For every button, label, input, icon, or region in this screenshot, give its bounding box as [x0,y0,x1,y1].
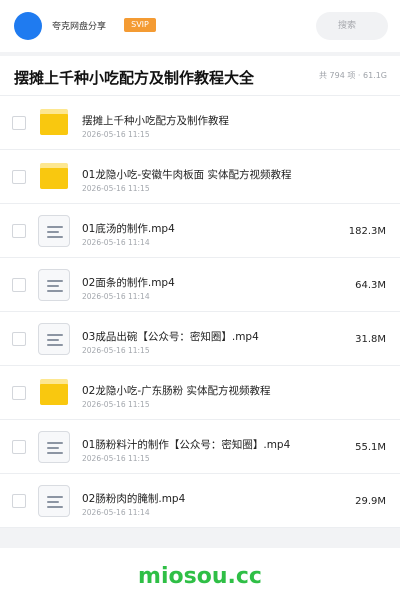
item-size: 64.3M [355,280,386,291]
file-icon [38,323,70,355]
item-date: 2026-05-16 11:15 [82,454,150,463]
item-date: 2026-05-16 11:15 [82,130,150,139]
folder-icon [40,109,68,135]
select-checkbox[interactable] [12,494,26,508]
item-summary: 共 794 项 · 61.1G [319,71,387,80]
top-bar: 夸克网盘分享 SVIP 搜索 [0,0,400,52]
folder-icon [40,379,68,405]
watermark: miosou.cc [138,564,262,589]
list-item[interactable]: 02肠粉肉的腌制.mp4 2026-05-16 11:14 29.9M [0,474,400,528]
item-size: 29.9M [355,496,386,507]
list-item[interactable]: 01龙隐小吃-安徽牛肉板面 实体配方视频教程 2026-05-16 11:15 [0,150,400,204]
item-name: 03成品出碗【公众号：密知圈】.mp4 [82,331,259,343]
list-item[interactable]: 01肠粉料汁的制作【公众号：密知圈】.mp4 2026-05-16 11:15 … [0,420,400,474]
list-item[interactable]: 02面条的制作.mp4 2026-05-16 11:14 64.3M [0,258,400,312]
select-checkbox[interactable] [12,170,26,184]
file-list: 摆摊上千种小吃配方及制作教程 2026-05-16 11:15 01龙隐小吃-安… [0,96,400,528]
folder-icon [40,163,68,189]
search-button[interactable]: 搜索 [316,12,388,40]
select-checkbox[interactable] [12,386,26,400]
select-checkbox[interactable] [12,440,26,454]
select-checkbox[interactable] [12,116,26,130]
item-size: 31.8M [355,334,386,345]
list-item[interactable]: 02龙隐小吃-广东肠粉 实体配方视频教程 2026-05-16 11:15 [0,366,400,420]
list-item[interactable]: 01底汤的制作.mp4 2026-05-16 11:14 182.3M [0,204,400,258]
list-item[interactable]: 摆摊上千种小吃配方及制作教程 2026-05-16 11:15 [0,96,400,150]
item-name: 01底汤的制作.mp4 [82,223,175,235]
title-bar: 摆摊上千种小吃配方及制作教程大全 共 794 项 · 61.1G [0,56,400,96]
item-name: 01龙隐小吃-安徽牛肉板面 实体配方视频教程 [82,169,292,181]
avatar[interactable] [14,12,42,40]
item-name: 02面条的制作.mp4 [82,277,175,289]
file-icon [38,215,70,247]
file-icon [38,485,70,517]
select-checkbox[interactable] [12,332,26,346]
file-icon [38,431,70,463]
item-size: 55.1M [355,442,386,453]
item-date: 2026-05-16 11:14 [82,508,150,517]
select-checkbox[interactable] [12,278,26,292]
item-date: 2026-05-16 11:15 [82,400,150,409]
item-name: 摆摊上千种小吃配方及制作教程 [82,115,229,127]
item-date: 2026-05-16 11:15 [82,184,150,193]
watermark-area: miosou.cc [0,548,400,600]
list-item[interactable]: 03成品出碗【公众号：密知圈】.mp4 2026-05-16 11:15 31.… [0,312,400,366]
page-title: 摆摊上千种小吃配方及制作教程大全 [14,69,255,87]
item-date: 2026-05-16 11:14 [82,238,150,247]
item-name: 02肠粉肉的腌制.mp4 [82,493,186,505]
item-size: 182.3M [348,226,386,237]
item-name: 02龙隐小吃-广东肠粉 实体配方视频教程 [82,385,271,397]
item-date: 2026-05-16 11:14 [82,292,150,301]
username: 夸克网盘分享 [52,22,107,32]
svip-badge: SVIP [124,18,156,32]
item-date: 2026-05-16 11:15 [82,346,150,355]
file-icon [38,269,70,301]
select-checkbox[interactable] [12,224,26,238]
item-name: 01肠粉料汁的制作【公众号：密知圈】.mp4 [82,439,291,451]
